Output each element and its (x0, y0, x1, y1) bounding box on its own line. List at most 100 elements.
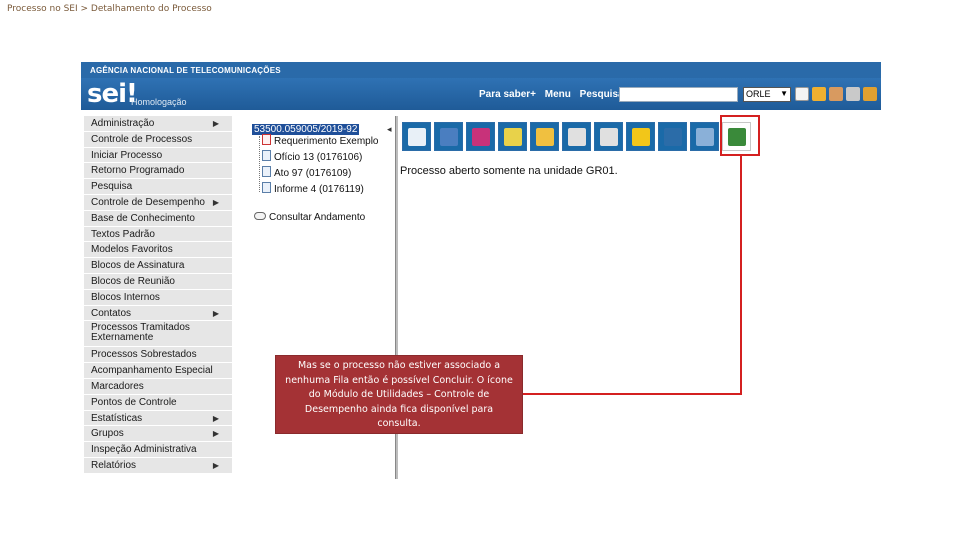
menu-item[interactable]: Grupos ▶ (84, 426, 232, 443)
environment-label: Homologação (131, 97, 187, 107)
tree-document[interactable]: Informe 4 (0176119) (262, 182, 364, 195)
menu-item[interactable]: Controle de Processos (84, 131, 232, 148)
menu-item[interactable]: Textos Padrão (84, 226, 232, 243)
menu-item[interactable]: Relatórios ▶ (84, 457, 232, 474)
menu-item-label: Textos Padrão (91, 228, 155, 240)
tree-connector (259, 136, 260, 192)
menu-item-label: Pontos de Controle (91, 396, 177, 408)
menu-item[interactable]: Administração ▶ (84, 116, 232, 132)
menu-item-label: Iniciar Processo (91, 149, 163, 161)
tree-document[interactable]: Ofício 13 (0176106) (262, 150, 362, 163)
unit-select-value: ORLE (746, 89, 771, 99)
toolbar-button[interactable] (594, 122, 623, 151)
tree-document[interactable]: Requerimento Exemplo (262, 134, 379, 147)
menu-item[interactable]: Marcadores (84, 378, 232, 395)
tree-document[interactable]: Ato 97 (0176109) (262, 166, 351, 179)
menu-item-label: Controle de Processos (91, 133, 193, 145)
submenu-arrow-icon: ▶ (212, 197, 219, 207)
menu-item[interactable]: Processos Tramitados Externamente (84, 321, 232, 348)
annotation-callout: Mas se o processo não estiver associado … (275, 355, 523, 434)
menu-item[interactable]: Base de Conhecimento (84, 210, 232, 227)
toolbar-button[interactable] (658, 122, 687, 151)
toolbar-button[interactable] (530, 122, 559, 151)
menu-item[interactable]: Retorno Programado (84, 163, 232, 180)
toolbar-button[interactable] (626, 122, 655, 151)
menu-item-label: Relatórios (91, 459, 137, 471)
menu-item-label: Controle de Desempenho (91, 196, 205, 208)
certificate-icon (503, 127, 522, 146)
toolbar-button[interactable] (466, 122, 495, 151)
pdf-document-icon (262, 134, 271, 145)
control-icon[interactable] (795, 87, 809, 101)
eye-icon (471, 127, 490, 146)
menu-item[interactable]: Pesquisa (84, 179, 232, 195)
menu-item-label: Acompanhamento Especial (91, 365, 213, 377)
menu-item-label: Blocos Internos (91, 291, 160, 303)
highlight-box (720, 115, 760, 156)
toolbar-button[interactable] (690, 122, 719, 151)
breadcrumb: Processo no SEI > Detalhamento do Proces… (7, 4, 212, 14)
consult-history-label: Consultar Andamento (269, 212, 366, 223)
toolbar-button[interactable] (434, 122, 463, 151)
submenu-arrow-icon: ▶ (212, 429, 219, 439)
unit-select[interactable]: ORLE ▼ (743, 87, 791, 102)
header-links: Para saber+ Menu Pesquisa (479, 89, 630, 100)
header-link-pesquisa[interactable]: Pesquisa (580, 89, 624, 100)
document-icon (262, 182, 271, 193)
sei-logo[interactable]: sei! (87, 79, 138, 109)
menu-item[interactable]: Estatísticas ▶ (84, 410, 232, 427)
submenu-arrow-icon: ▶ (212, 308, 219, 318)
magnifier-icon (695, 127, 714, 146)
menu-item-label: Base de Conhecimento (91, 212, 195, 224)
menu-item-label: Processos Tramitados Externamente (91, 322, 190, 344)
menu-item-label: Retorno Programado (91, 165, 185, 177)
menu-item-label: Estatísticas (91, 412, 143, 424)
menu-item[interactable]: Iniciar Processo (84, 147, 232, 164)
collapse-tree-icon[interactable]: ◂ (387, 124, 392, 135)
agency-bar: AGÊNCIA NACIONAL DE TELECOMUNICAÇÕES (81, 62, 881, 78)
menu-item[interactable]: Processos Sobrestados (84, 347, 232, 364)
flag-icon (631, 127, 650, 146)
menu-item[interactable]: Acompanhamento Especial (84, 363, 232, 379)
exit-icon[interactable] (863, 87, 877, 101)
submenu-arrow-icon: ▶ (212, 460, 219, 470)
toolbar-button[interactable] (498, 122, 527, 151)
notes-icon[interactable] (812, 87, 826, 101)
toolbar-button[interactable] (562, 122, 591, 151)
menu-item-label: Grupos (91, 428, 124, 440)
tools-icon[interactable] (846, 87, 860, 101)
user-icon[interactable] (829, 87, 843, 101)
list-icon (663, 127, 682, 146)
menu-item-label: Blocos de Assinatura (91, 260, 185, 272)
key-icon (254, 212, 266, 220)
annotation-connector-horizontal (523, 393, 742, 395)
header-link-menu[interactable]: Menu (545, 89, 571, 100)
menu-item-label: Administração (91, 118, 155, 129)
menu-item[interactable]: Modelos Favoritos (84, 242, 232, 259)
header-link-para-saber[interactable]: Para saber+ (479, 89, 536, 100)
menu-item[interactable]: Blocos de Reunião (84, 273, 232, 290)
chevron-down-icon: ▼ (780, 89, 788, 98)
pdf-generate-icon (567, 127, 586, 146)
submenu-arrow-icon: ▶ (212, 413, 219, 423)
submenu-arrow-icon: ▶ (212, 119, 219, 128)
menu-item-label: Contatos (91, 307, 132, 319)
main-menu: Administração ▶ Controle de Processos Inici… (84, 116, 232, 474)
zip-generate-icon (599, 127, 618, 146)
folder-icon (535, 127, 554, 146)
header-icons (795, 87, 877, 101)
tree-document-label: Ato 97 (0176109) (274, 168, 352, 179)
menu-item[interactable]: Contatos ▶ (84, 305, 232, 322)
tree-document-label: Requerimento Exemplo (274, 136, 379, 147)
search-input[interactable] (619, 87, 738, 102)
menu-item-label: Modelos Favoritos (91, 244, 173, 256)
menu-item[interactable]: Controle de Desempenho ▶ (84, 194, 232, 211)
menu-item-label: Blocos de Reunião (91, 275, 175, 287)
menu-item[interactable]: Pontos de Controle (84, 394, 232, 411)
document-icon (262, 166, 271, 177)
menu-item[interactable]: Blocos de Assinatura (84, 258, 232, 274)
menu-item[interactable]: Blocos Internos (84, 289, 232, 306)
menu-item[interactable]: Inspeção Administrativa (84, 442, 232, 458)
consult-history-link[interactable]: Consultar Andamento (254, 212, 365, 223)
toolbar-button[interactable] (402, 122, 431, 151)
